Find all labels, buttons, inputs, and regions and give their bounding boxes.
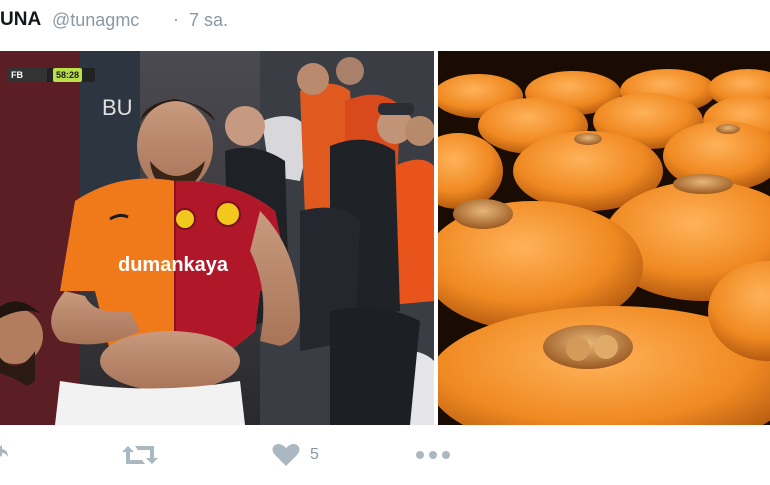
media-photo-desserts[interactable] [438,51,770,425]
more-icon [416,451,450,459]
tweet-media: BU dumankaya FB 58:28 [0,51,770,425]
tweet-header: UNA @tunagmc · 7 sa. [0,0,770,44]
background-text: BU [102,95,133,120]
retweet-button[interactable] [122,442,158,468]
like-count: 5 [310,446,319,463]
jersey-sponsor-text: dumankaya [118,254,229,276]
media-photo-footballer[interactable]: BU dumankaya FB 58:28 [0,51,434,425]
footballer-image: BU dumankaya [0,51,434,425]
reply-button[interactable] [0,442,8,468]
author-handle[interactable]: @tunagmc [52,10,139,31]
scoreboard-team: FB [7,68,47,82]
like-button[interactable]: 5 [272,442,319,468]
tweet-actions: 5 [0,430,770,480]
author-display-name[interactable]: UNA [0,9,41,31]
heart-icon [272,444,300,466]
header-separator: · [173,9,179,29]
retweet-icon [122,446,158,464]
more-button[interactable] [415,442,451,468]
tweet-timestamp[interactable]: 7 sa. [189,10,228,31]
reply-icon [0,445,8,457]
match-scoreboard: FB 58:28 [7,68,95,82]
dessert-image [438,51,770,425]
scoreboard-time: 58:28 [53,68,83,82]
